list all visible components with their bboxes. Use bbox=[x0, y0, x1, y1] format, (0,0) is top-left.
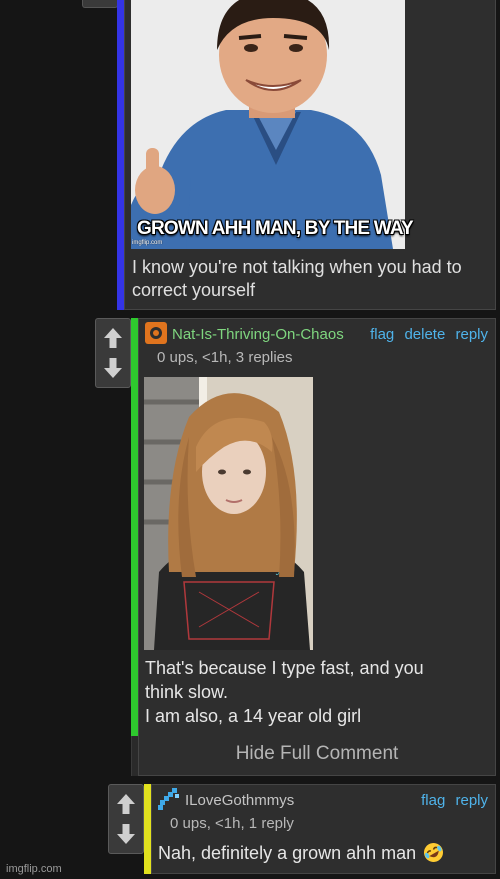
thread-depth-bar-yellow bbox=[144, 784, 151, 874]
imgflip-watermark: imgflip.com bbox=[6, 863, 62, 875]
flag-link[interactable]: flag bbox=[370, 326, 394, 343]
comment-text-body: Nah, definitely a grown ahh man bbox=[158, 843, 417, 863]
username-link[interactable]: ILoveGothmmys bbox=[185, 792, 294, 809]
comment-text: I know you're not talking when you had t… bbox=[132, 257, 462, 300]
reply-link[interactable]: reply bbox=[455, 326, 488, 343]
downvote-arrow-icon[interactable] bbox=[103, 357, 123, 379]
comment-line: That's because I type fast, and you bbox=[145, 658, 424, 678]
username-link[interactable]: Nat-Is-Thriving-On-Chaos bbox=[172, 326, 344, 343]
vote-column bbox=[95, 318, 131, 388]
comment-actions: flag reply bbox=[415, 792, 488, 809]
meme-caption: GROWN AHH MAN, BY THE WAY bbox=[137, 218, 414, 239]
comment-actions: flag delete reply bbox=[364, 326, 488, 343]
upvote-arrow-icon[interactable] bbox=[116, 793, 136, 815]
meme-watermark: imgflip.com bbox=[132, 240, 163, 246]
selfie-picture: Rick and Morty bbox=[144, 377, 313, 650]
flag-link[interactable]: flag bbox=[421, 792, 445, 809]
comment-meta: 0 ups, <1h, 1 reply bbox=[170, 815, 294, 832]
delete-link[interactable]: delete bbox=[404, 326, 445, 343]
thread-depth-bar-collapsed bbox=[131, 736, 138, 776]
comment-meta: 0 ups, <1h, 3 replies bbox=[157, 349, 293, 366]
user-avatar-icon[interactable] bbox=[144, 321, 168, 345]
rolling-on-floor-laughing-icon bbox=[423, 842, 444, 863]
hide-full-comment-button[interactable]: Hide Full Comment bbox=[138, 743, 496, 765]
user-avatar-icon[interactable] bbox=[157, 787, 181, 811]
comment-text: That's because I type fast, and you thin… bbox=[145, 656, 490, 728]
comment-line: think slow. bbox=[145, 682, 229, 702]
meme-image[interactable] bbox=[131, 0, 405, 249]
downvote-arrow-icon[interactable] bbox=[116, 823, 136, 845]
upvote-arrow-icon[interactable] bbox=[103, 327, 123, 349]
thread-depth-bar-green bbox=[131, 318, 138, 736]
reply-link[interactable]: reply bbox=[455, 792, 488, 809]
vote-column bbox=[108, 784, 144, 854]
vote-column-top[interactable] bbox=[82, 0, 118, 8]
meme-picture bbox=[131, 0, 405, 249]
comment-line: I am also, a 14 year old girl bbox=[145, 706, 362, 726]
attached-photo[interactable]: Rick and Morty bbox=[144, 377, 313, 650]
comment-text: Nah, definitely a grown ahh man bbox=[158, 842, 444, 864]
thread-depth-bar-blue bbox=[117, 0, 124, 310]
